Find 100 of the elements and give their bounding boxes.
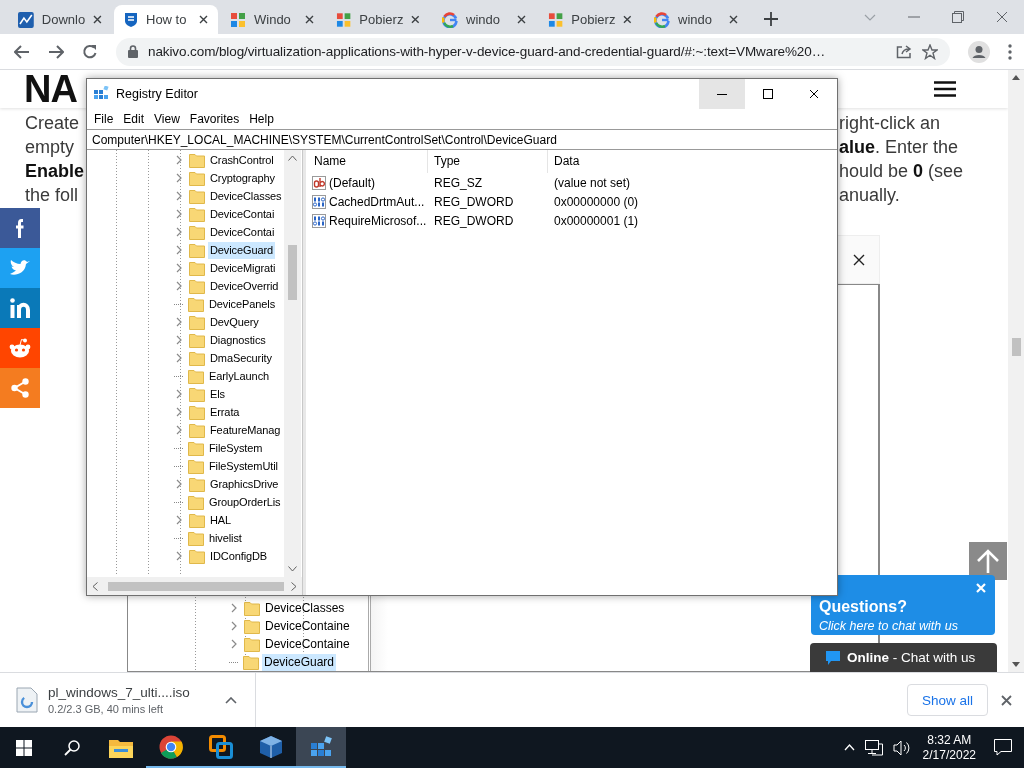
expand-caret-icon[interactable]: [175, 425, 183, 435]
reddit-share-button[interactable]: [0, 328, 40, 368]
expand-caret-icon[interactable]: [175, 335, 183, 345]
tree-item[interactable]: DeviceContaine: [263, 617, 352, 635]
tree-item[interactable]: DeviceContai: [208, 205, 277, 223]
expand-caret-icon[interactable]: [175, 353, 183, 363]
site-logo[interactable]: NA: [24, 70, 77, 108]
column-header[interactable]: Type: [428, 150, 548, 173]
restore-icon[interactable]: [952, 11, 964, 23]
back-arrow-icon[interactable]: [14, 44, 30, 59]
tree-item[interactable]: Els: [208, 385, 227, 403]
close-icon[interactable]: [623, 15, 632, 24]
expand-caret-icon[interactable]: [175, 479, 183, 489]
scroll-down-icon[interactable]: [288, 566, 297, 572]
share-share-button[interactable]: [0, 368, 40, 408]
expand-caret-icon[interactable]: [175, 317, 183, 327]
close-icon[interactable]: [996, 11, 1008, 23]
address-field[interactable]: Computer\HKEY_LOCAL_MACHINE\SYSTEM\CurrentControlSet\Control\DeviceGuard: [87, 129, 837, 150]
close-icon[interactable]: [411, 15, 420, 24]
tree-item[interactable]: FileSystemUtil: [207, 457, 280, 475]
expand-caret-icon[interactable]: [175, 227, 183, 237]
expand-caret-icon[interactable]: [175, 263, 183, 273]
chat-button[interactable]: Online - Chat with us: [810, 643, 997, 672]
close-icon[interactable]: [305, 15, 314, 24]
tree-item[interactable]: GraphicsDrive: [208, 475, 281, 493]
scrollbar-thumb[interactable]: [108, 581, 284, 591]
expand-caret-icon[interactable]: [175, 551, 183, 561]
tree-item[interactable]: FeatureManag: [208, 421, 283, 439]
address-bar[interactable]: nakivo.com/blog/virtualization-applications-with-hyper-v-device-guard-and-credential-guard/#:~:text=VMware%20…: [116, 37, 950, 66]
profile-avatar-icon[interactable]: [968, 40, 990, 63]
linkedin-share-button[interactable]: [0, 288, 40, 328]
scrollbar-thumb[interactable]: [1011, 338, 1021, 356]
close-icon[interactable]: [1001, 694, 1012, 706]
expand-caret-icon[interactable]: [230, 621, 238, 631]
show-all-button[interactable]: Show all: [906, 684, 988, 716]
tree-item[interactable]: DeviceClasses: [208, 187, 284, 205]
column-header[interactable]: Data: [548, 150, 837, 173]
caret-up-icon[interactable]: [225, 696, 237, 704]
tree-item[interactable]: DeviceOverrid: [208, 277, 281, 295]
scroll-right-icon[interactable]: [291, 581, 297, 591]
browser-tab[interactable]: windo: [432, 5, 536, 34]
scrollbar[interactable]: [1008, 70, 1024, 672]
plus-icon[interactable]: [764, 12, 778, 26]
tree-item[interactable]: DeviceContaine: [263, 635, 352, 653]
menu-icon[interactable]: [934, 81, 956, 97]
tree-item[interactable]: Errata: [208, 403, 242, 421]
reload-icon[interactable]: [82, 43, 98, 60]
expand-caret-icon[interactable]: [175, 515, 183, 525]
tree-item[interactable]: DevicePanels: [207, 295, 278, 313]
expand-caret-icon[interactable]: [230, 639, 238, 649]
twitter-share-button[interactable]: [0, 248, 40, 288]
tree-item[interactable]: CrashControl: [208, 151, 276, 169]
tree-item[interactable]: IDConfigDB: [208, 547, 270, 565]
clock-date[interactable]: 2/17/2022: [922, 747, 976, 763]
browser-tab[interactable]: How to: [114, 5, 218, 34]
tree-item[interactable]: DeviceContai: [208, 223, 277, 241]
close-icon[interactable]: [93, 15, 102, 24]
tree-item[interactable]: DevQuery: [208, 313, 261, 331]
expand-caret-icon[interactable]: [230, 603, 238, 613]
expand-caret-icon[interactable]: [175, 245, 183, 255]
notification-icon[interactable]: [994, 739, 1012, 756]
scroll-left-icon[interactable]: [92, 581, 98, 591]
tree-item[interactable]: DmaSecurity: [208, 349, 274, 367]
more-options-icon[interactable]: [1008, 43, 1012, 60]
expand-caret-icon[interactable]: [175, 191, 183, 201]
expand-caret-icon[interactable]: [175, 155, 183, 165]
download-filename[interactable]: pl_windows_7_ulti....iso: [48, 685, 215, 700]
tree-item[interactable]: DeviceGuard: [262, 653, 337, 671]
expand-caret-icon[interactable]: [175, 407, 183, 417]
tree-item[interactable]: DeviceClasses: [263, 599, 347, 617]
tree-item[interactable]: Cryptography: [208, 169, 277, 187]
network-icon[interactable]: [864, 739, 883, 756]
browser-tab[interactable]: Windo: [220, 5, 324, 34]
tree-item[interactable]: hivelist: [207, 529, 244, 547]
close-icon[interactable]: [517, 15, 526, 24]
back-to-top-button[interactable]: [969, 542, 1007, 580]
menu-item[interactable]: Favorites: [184, 112, 245, 126]
facebook-share-button[interactable]: [0, 208, 40, 248]
tree-item[interactable]: EarlyLaunch: [207, 367, 272, 385]
column-header[interactable]: Name: [308, 150, 428, 173]
chat-prompt[interactable]: Questions? Click here to chat with us: [811, 575, 995, 635]
menu-item[interactable]: Edit: [118, 112, 150, 126]
forward-arrow-icon[interactable]: [48, 44, 64, 59]
expand-caret-icon[interactable]: [175, 209, 183, 219]
scrollbar-thumb[interactable]: [288, 245, 297, 300]
close-icon[interactable]: [729, 15, 738, 24]
tree-item[interactable]: Diagnostics: [208, 331, 268, 349]
scroll-down-icon[interactable]: [1012, 662, 1020, 667]
tree-item[interactable]: FileSystem: [207, 439, 265, 457]
expand-caret-icon[interactable]: [175, 389, 183, 399]
tree-item[interactable]: GroupOrderLis: [207, 493, 283, 511]
menu-item[interactable]: File: [89, 112, 119, 126]
tree-item[interactable]: HAL: [208, 511, 234, 529]
expand-caret-icon[interactable]: [175, 281, 183, 291]
scrollbar[interactable]: [87, 577, 302, 595]
tree-item[interactable]: DeviceMigrati: [208, 259, 278, 277]
tree-item[interactable]: DeviceGuard: [208, 241, 276, 259]
scroll-up-icon[interactable]: [288, 155, 297, 161]
star-icon[interactable]: [922, 43, 938, 60]
browser-tab[interactable]: Downlo: [8, 5, 112, 34]
